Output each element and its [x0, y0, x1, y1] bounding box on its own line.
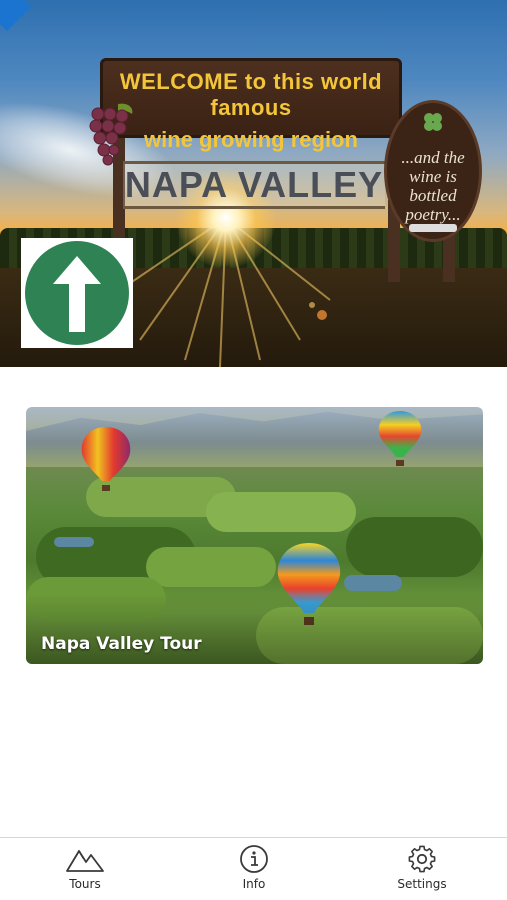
hero-image: WELCOME to this world famous wine growin… — [0, 0, 507, 367]
poetry-sign-plaque — [409, 224, 457, 232]
gear-icon — [408, 845, 436, 873]
tour-card[interactable]: Napa Valley Tour — [26, 407, 483, 664]
up-arrow-icon — [53, 256, 101, 332]
welcome-sign: WELCOME to this world famous wine growin… — [100, 58, 402, 152]
lake — [54, 537, 94, 547]
napa-valley-sign: NAPA VALLEY — [123, 161, 385, 209]
hot-air-balloon — [81, 427, 131, 491]
welcome-sign-line1: WELCOME to this world famous — [119, 69, 383, 120]
grapes-icon — [89, 103, 133, 166]
vineyard-patch — [346, 517, 483, 577]
tab-info[interactable]: Info — [194, 838, 314, 900]
tab-tours[interactable]: Tours — [25, 838, 145, 900]
mountains-icon — [66, 849, 104, 872]
info-icon — [240, 845, 268, 873]
tab-tours-label: Tours — [69, 877, 101, 891]
poetry-sign: ...and the wine is bottled poetry... — [384, 100, 482, 242]
navigate-button[interactable] — [21, 238, 133, 348]
tab-settings-label: Settings — [397, 877, 447, 891]
poetry-sign-text: ...and the wine is bottled poetry... — [401, 148, 465, 224]
tab-bar: Tours Info Settings — [0, 837, 507, 900]
vineyard-patch — [206, 492, 356, 532]
tab-info-label: Info — [242, 877, 266, 891]
tour-title: Napa Valley Tour — [41, 634, 202, 654]
lake — [344, 575, 402, 591]
welcome-sign-line2: wine growing region — [144, 127, 358, 152]
tab-settings[interactable]: Settings — [362, 838, 482, 900]
vineyard-patch — [146, 547, 276, 587]
hot-air-balloon — [378, 411, 422, 466]
clover-logo-icon — [424, 113, 442, 131]
